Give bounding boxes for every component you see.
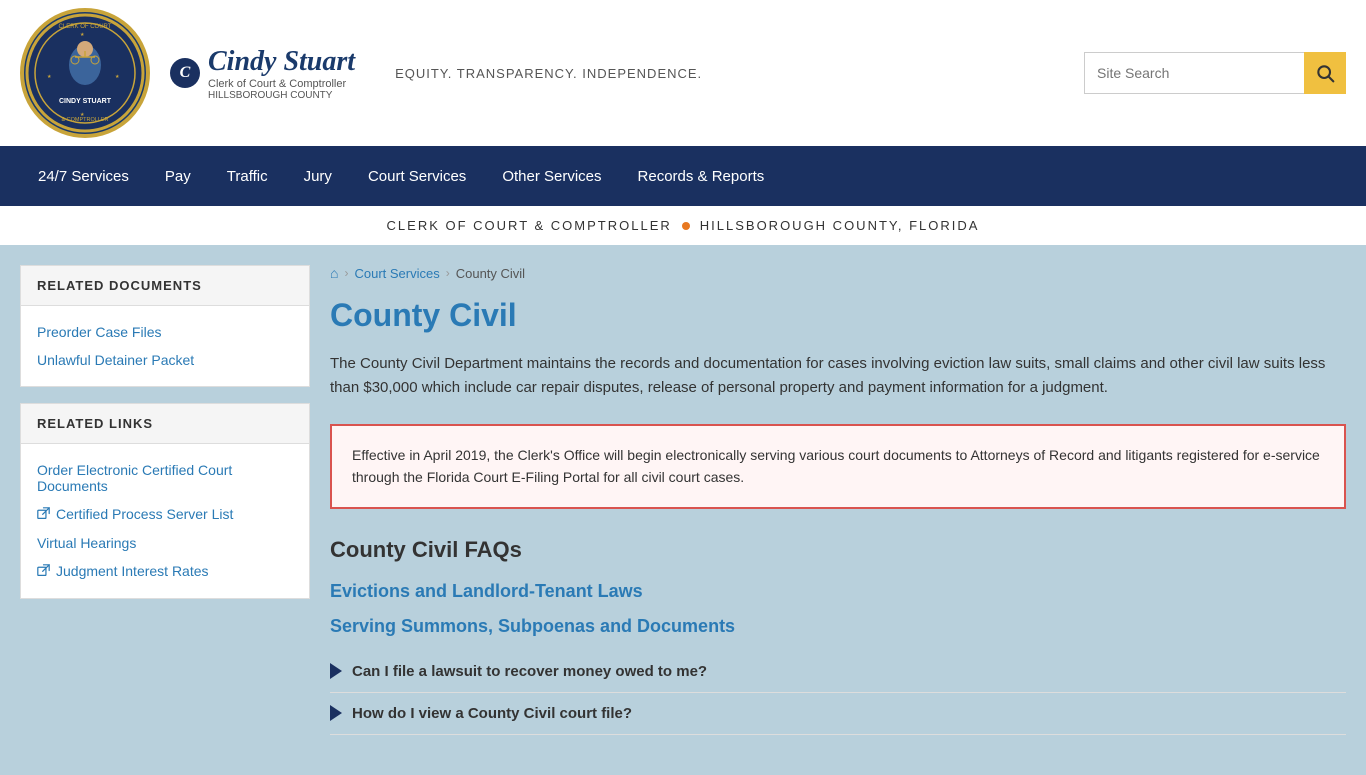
nav-item-court-services[interactable]: Court Services <box>350 146 484 206</box>
faq-item-1[interactable]: Can I file a lawsuit to recover money ow… <box>330 651 1346 693</box>
faq-item-2[interactable]: How do I view a County Civil court file? <box>330 693 1346 735</box>
sub-header: CLERK OF COURT & COMPTROLLER HILLSBOROUG… <box>0 206 1366 245</box>
search-button[interactable] <box>1304 52 1346 94</box>
faq-question-1: Can I file a lawsuit to recover money ow… <box>352 663 707 680</box>
faq-arrow-1 <box>330 663 342 679</box>
sub-header-dot <box>682 222 690 230</box>
faq-section-title: County Civil FAQs <box>330 537 1346 563</box>
sidebar-link-unlawful[interactable]: Unlawful Detainer Packet <box>37 346 293 374</box>
sidebar-link-preorder[interactable]: Preorder Case Files <box>37 318 293 346</box>
related-documents-box: RELATED DOCUMENTS Preorder Case Files Un… <box>20 265 310 387</box>
related-links-title: RELATED LINKS <box>21 404 309 444</box>
tagline: EQUITY. TRANSPARENCY. INDEPENDENCE. <box>395 66 702 81</box>
notice-box: Effective in April 2019, the Clerk's Off… <box>330 424 1346 509</box>
faq-section-summons[interactable]: Serving Summons, Subpoenas and Documents <box>330 616 1346 637</box>
external-link-icon <box>37 507 50 523</box>
nav-item-other-services[interactable]: Other Services <box>484 146 619 206</box>
brand-county: HILLSBOROUGH COUNTY <box>208 90 355 101</box>
sidebar-link-virtual-hearings[interactable]: Virtual Hearings <box>37 529 293 557</box>
brand-title: Clerk of Court & Comptroller <box>208 78 355 90</box>
sub-header-right: HILLSBOROUGH COUNTY, FLORIDA <box>700 218 980 233</box>
breadcrumb-sep-2: › <box>446 266 450 280</box>
svg-text:CLERK OF COURT: CLERK OF COURT <box>59 24 112 30</box>
brand-name: Cindy Stuart <box>208 46 355 78</box>
nav-item-pay[interactable]: Pay <box>147 146 209 206</box>
breadcrumb-current: County Civil <box>456 266 525 281</box>
sidebar-link-order-electronic[interactable]: Order Electronic Certified Court Documen… <box>37 456 293 500</box>
faq-section-evictions[interactable]: Evictions and Landlord-Tenant Laws <box>330 581 1346 602</box>
svg-text:& COMPTROLLER: & COMPTROLLER <box>61 117 108 123</box>
svg-text:★: ★ <box>115 74 120 80</box>
nav-item-records-reports[interactable]: Records & Reports <box>620 146 783 206</box>
sidebar-link-judgment[interactable]: Judgment Interest Rates <box>37 557 293 586</box>
brand-logo: C Cindy Stuart Clerk of Court & Comptrol… <box>170 46 355 101</box>
site-header: CLERK OF COURT & COMPTROLLER ★ ★ ★ ★ CIN… <box>0 0 1366 146</box>
breadcrumb-court-services[interactable]: Court Services <box>354 266 439 281</box>
breadcrumb: ⌂ › Court Services › County Civil <box>330 265 1346 281</box>
related-documents-title: RELATED DOCUMENTS <box>21 266 309 306</box>
nav-item-247[interactable]: 24/7 Services <box>20 146 147 206</box>
page-description: The County Civil Department maintains th… <box>330 352 1346 400</box>
search-area <box>1084 52 1346 94</box>
sidebar: RELATED DOCUMENTS Preorder Case Files Un… <box>20 265 310 735</box>
page-content: ⌂ › Court Services › County Civil County… <box>330 265 1346 735</box>
page-title: County Civil <box>330 297 1346 334</box>
sidebar-link-certified-process[interactable]: Certified Process Server List <box>37 500 293 529</box>
site-logo: CLERK OF COURT & COMPTROLLER ★ ★ ★ ★ CIN… <box>20 8 150 138</box>
nav-item-jury[interactable]: Jury <box>286 146 350 206</box>
faq-arrow-2 <box>330 705 342 721</box>
main-content: RELATED DOCUMENTS Preorder Case Files Un… <box>0 245 1366 775</box>
related-documents-content: Preorder Case Files Unlawful Detainer Pa… <box>21 306 309 386</box>
external-link-icon-2 <box>37 564 50 580</box>
svg-text:★: ★ <box>80 112 85 118</box>
sub-header-left: CLERK OF COURT & COMPTROLLER <box>387 218 672 233</box>
notice-text: Effective in April 2019, the Clerk's Off… <box>352 447 1320 485</box>
search-input[interactable] <box>1084 52 1304 94</box>
related-links-box: RELATED LINKS Order Electronic Certified… <box>20 403 310 599</box>
related-links-content: Order Electronic Certified Court Documen… <box>21 444 309 598</box>
svg-text:★: ★ <box>80 32 85 38</box>
main-nav: 24/7 Services Pay Traffic Jury Court Ser… <box>0 146 1366 206</box>
nav-item-traffic[interactable]: Traffic <box>209 146 286 206</box>
svg-text:★: ★ <box>47 74 52 80</box>
breadcrumb-sep-1: › <box>344 266 348 280</box>
svg-text:CINDY STUART: CINDY STUART <box>59 98 112 105</box>
faq-question-2: How do I view a County Civil court file? <box>352 705 632 722</box>
home-icon[interactable]: ⌂ <box>330 265 338 281</box>
